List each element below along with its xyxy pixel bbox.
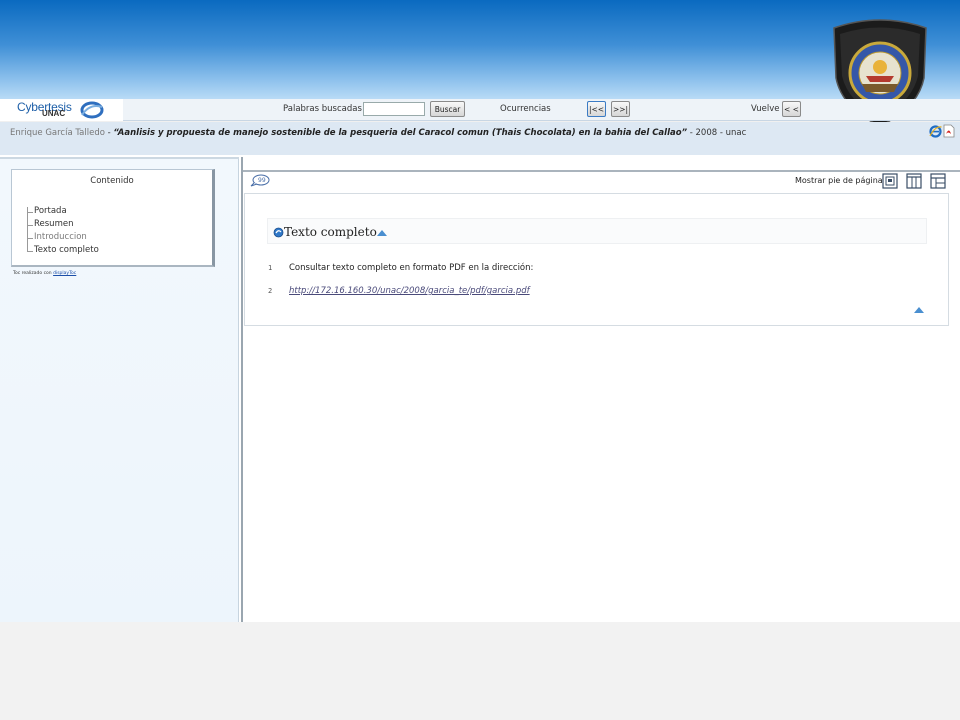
footer-toggle-label[interactable]: Mostrar pie de páginas [795,176,887,185]
pdf-icon[interactable] [943,124,955,138]
record-citation: Enrique García Talledo - “Aanlisis y pro… [10,128,746,138]
logo-sub: UNAC [42,109,66,118]
occurrences-label: Ocurrencias [500,104,551,114]
logo-swirl-icon [80,101,104,119]
single-page-view-icon[interactable] [882,173,898,189]
toc-box: Contenido Portada Resumen Introduccion T… [11,169,215,267]
two-column-view-icon[interactable] [906,173,922,189]
toc-tree-line [27,207,33,252]
frame-view-icon[interactable] [930,173,946,189]
divider [0,157,239,159]
document-pane: 99 Mostrar pie de páginas Texto completo… [241,157,960,622]
top-banner [0,0,960,99]
speech-bubble-icon[interactable]: 99 [250,174,270,187]
section-bullet-icon [273,227,284,238]
toc-credit-link[interactable]: displayToc [53,271,76,276]
toc-item-introduccion[interactable]: Introduccion [34,232,87,242]
first-occurrence-button[interactable]: |<< [587,101,606,117]
toc-item-portada[interactable]: Portada [34,206,67,216]
svg-text:99: 99 [258,177,266,184]
search-button[interactable]: Buscar [430,101,465,117]
record-title-bar: Enrique García Talledo - “Aanlisis y pro… [0,122,960,155]
toc-credit: Toc realizado con displayToc [13,271,76,276]
record-title: “Aanlisis y propuesta de manejo sostenib… [113,128,688,138]
toc-branch [27,251,33,252]
scroll-up-icon[interactable] [377,230,387,236]
scroll-up-icon[interactable] [914,307,924,313]
toc-branch [27,212,33,213]
toc-item-resumen[interactable]: Resumen [34,219,73,229]
internet-explorer-icon[interactable] [929,125,942,138]
toc-title: Contenido [90,176,134,186]
divider [243,170,960,172]
toc-pane: Contenido Portada Resumen Introduccion T… [0,157,239,622]
record-year-institution: - 2008 - unac [687,128,747,138]
page-bottom [0,622,960,720]
toc-branch [27,225,33,226]
back-button[interactable]: < < [782,101,801,117]
toc-item-texto-completo[interactable]: Texto completo [34,245,99,255]
back-label: Vuelve [751,104,780,114]
fulltext-pdf-link[interactable]: http://172.16.160.30/unac/2008/garcia_te… [289,286,530,296]
section-title: Texto completo [284,225,377,239]
cybertesis-logo[interactable]: Cybertesis UNAC [0,99,123,121]
toc-credit-text: Toc realizado con [13,271,54,276]
line-number: 1 [268,264,273,272]
toolbar: Cybertesis UNAC Palabras buscadas Buscar… [0,99,960,121]
search-label: Palabras buscadas [283,104,362,114]
section-header: Texto completo [267,218,927,244]
fulltext-instruction: Consultar texto completo en formato PDF … [289,263,534,273]
next-occurrence-button[interactable]: >>| [611,101,630,117]
line-number: 2 [268,287,273,295]
search-input[interactable] [363,102,425,116]
record-author: Enrique García Talledo [10,128,105,138]
toc-branch [27,238,33,239]
document-content: Texto completo 1 Consultar texto complet… [244,193,949,326]
